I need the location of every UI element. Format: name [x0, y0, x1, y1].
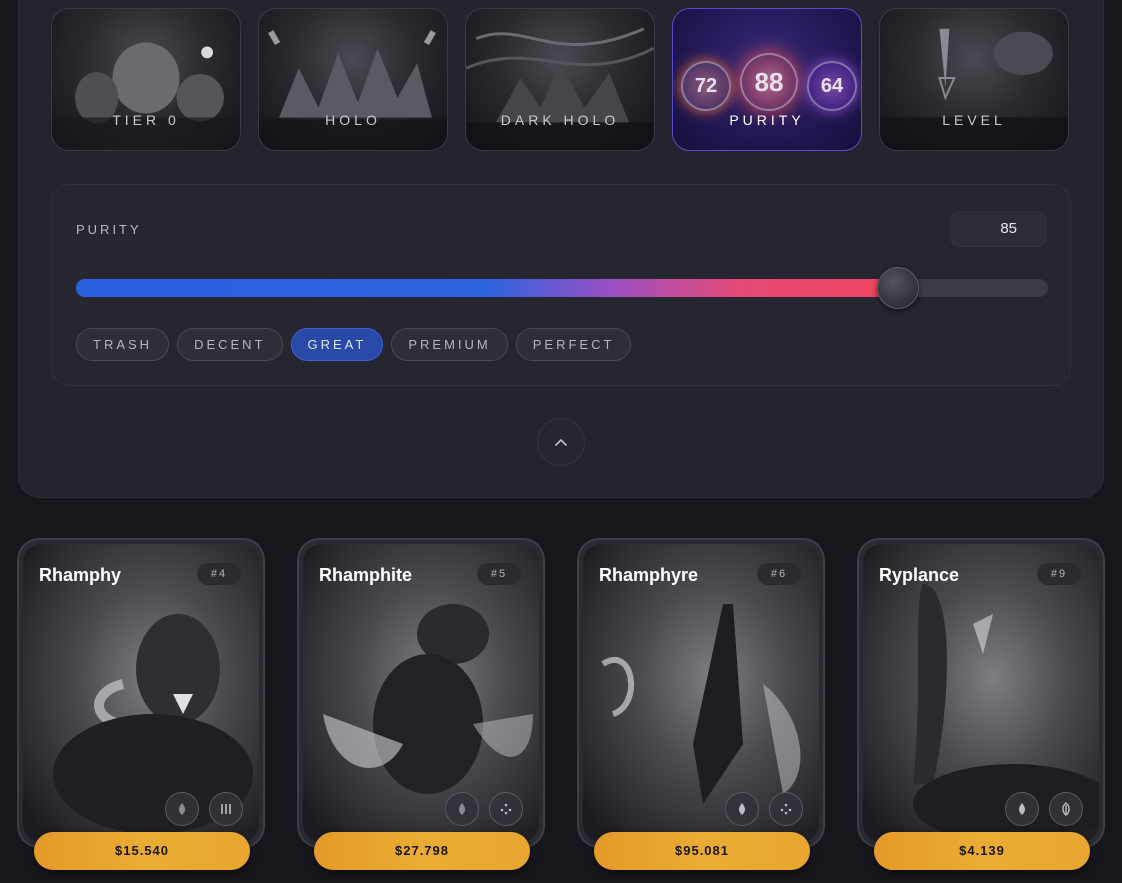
- purity-sample-bubble: 72: [681, 61, 731, 111]
- creature-number-badge: #5: [477, 563, 521, 585]
- filter-card-dark-holo[interactable]: DARK HOLO: [465, 8, 655, 151]
- filter-type-row: TIER 0 HOLO DARK HOLO 72 88 64 PURITY LE…: [51, 8, 1069, 151]
- creature-card[interactable]: Ryplance #9 $4.139: [857, 538, 1105, 870]
- tier-button-trash[interactable]: TRASH: [76, 328, 170, 361]
- purity-slider[interactable]: [76, 267, 1048, 309]
- fire-icon: [165, 792, 199, 826]
- tier-button-perfect[interactable]: PERFECT: [515, 328, 632, 361]
- creature-group-image: [880, 28, 1068, 150]
- filter-label: PURITY: [729, 112, 805, 128]
- purity-sample-bubble: 64: [807, 61, 857, 111]
- purity-filter-box: PURITY 85 TRASH DECENT GREAT PREMIUM PER…: [51, 184, 1071, 386]
- filter-card-level[interactable]: LEVEL: [879, 8, 1069, 151]
- spark-icon: [769, 792, 803, 826]
- filter-label: DARK HOLO: [500, 112, 620, 128]
- creature-number-badge: #4: [197, 563, 241, 585]
- purity-value-input[interactable]: 85: [950, 211, 1046, 247]
- creature-number-badge: #6: [757, 563, 801, 585]
- fire-icon: [725, 792, 759, 826]
- filter-card-tier-0[interactable]: TIER 0: [51, 8, 241, 151]
- fire-icon: [445, 792, 479, 826]
- filter-label: TIER 0: [112, 112, 180, 128]
- creature-number-badge: #9: [1037, 563, 1081, 585]
- buy-price-button[interactable]: $95.081: [594, 832, 810, 870]
- spark-icon: [489, 792, 523, 826]
- filter-label: LEVEL: [942, 112, 1006, 128]
- purity-tier-row: TRASH DECENT GREAT PREMIUM PERFECT: [76, 328, 632, 361]
- purity-sample-bubble: 88: [740, 53, 798, 111]
- claw-icon: [209, 792, 243, 826]
- creature-card[interactable]: Rhamphy #4 $15.540: [17, 538, 265, 870]
- leaf-icon: [1049, 792, 1083, 826]
- buy-price-button[interactable]: $4.139: [874, 832, 1090, 870]
- creature-name: Rhamphy: [39, 565, 122, 585]
- drop-icon: [1005, 792, 1039, 826]
- purity-slider-thumb[interactable]: [877, 267, 919, 309]
- chevron-up-icon: [555, 438, 567, 446]
- creature-card[interactable]: Rhamphite #5 $27.798: [297, 538, 545, 870]
- creature-group-image: [466, 27, 654, 150]
- filter-label: HOLO: [325, 112, 381, 128]
- creature-card-list: Rhamphy #4 $15.540 Rhamphite #5 $27.798: [17, 538, 1105, 870]
- filter-card-purity[interactable]: 72 88 64 PURITY: [672, 8, 862, 151]
- purity-title: PURITY: [76, 222, 142, 237]
- creature-name: Rhamphyre: [599, 565, 699, 585]
- tier-button-premium[interactable]: PREMIUM: [391, 328, 508, 361]
- filter-card-holo[interactable]: HOLO: [258, 8, 448, 151]
- buy-price-button[interactable]: $27.798: [314, 832, 530, 870]
- collapse-button[interactable]: [537, 418, 585, 466]
- creature-group-image: [52, 42, 240, 150]
- buy-price-button[interactable]: $15.540: [34, 832, 250, 870]
- creature-name: Rhamphite: [319, 565, 413, 585]
- creature-card[interactable]: Rhamphyre #6 $95.081: [577, 538, 825, 870]
- tier-button-decent[interactable]: DECENT: [177, 328, 283, 361]
- creature-name: Ryplance: [879, 565, 960, 585]
- tier-button-great[interactable]: GREAT: [290, 328, 384, 361]
- purity-slider-fill: [76, 279, 898, 297]
- creature-group-image: [259, 30, 447, 150]
